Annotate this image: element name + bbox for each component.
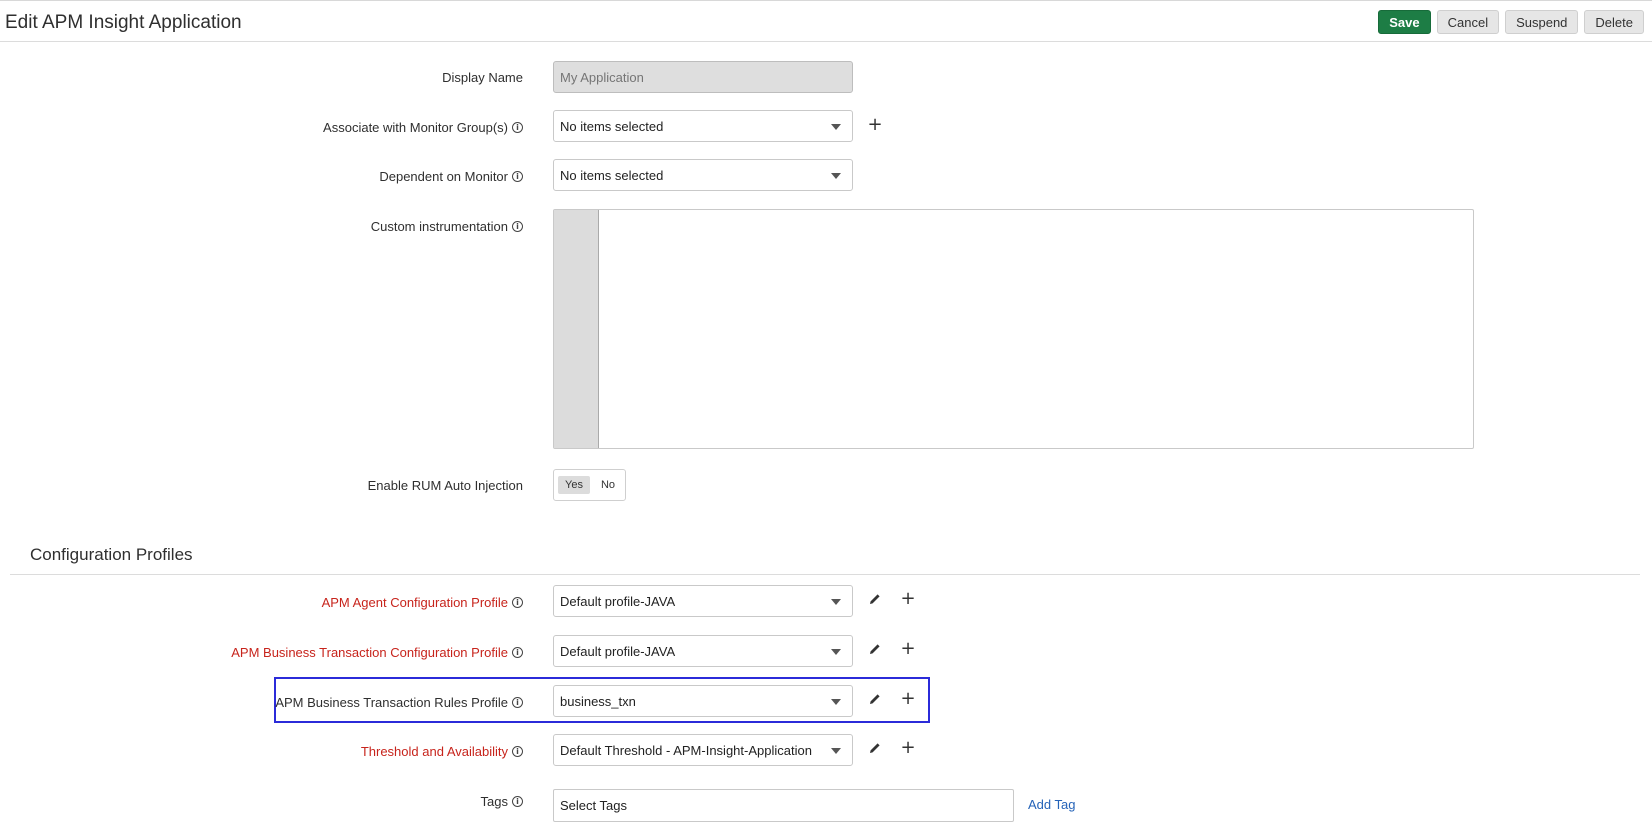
- add-agent-profile-plus-icon[interactable]: [900, 591, 916, 607]
- toggle-no-option[interactable]: No: [594, 476, 622, 494]
- edit-agent-profile-pencil-icon[interactable]: [867, 591, 883, 607]
- chevron-down-icon: [831, 699, 841, 705]
- add-bt-rules-plus-icon[interactable]: [900, 691, 916, 707]
- info-icon[interactable]: i: [512, 171, 523, 182]
- agent-profile-select[interactable]: Default profile-JAVA: [553, 585, 853, 617]
- toggle-yes-option[interactable]: Yes: [558, 476, 590, 494]
- suspend-button[interactable]: Suspend: [1505, 10, 1579, 34]
- edit-bt-rules-pencil-icon[interactable]: [867, 691, 883, 707]
- chevron-down-icon: [831, 599, 841, 605]
- agent-profile-label: APM Agent Configuration Profile i: [322, 595, 523, 610]
- bt-rules-profile-label: APM Business Transaction Rules Profile i: [275, 695, 523, 710]
- display-name-label: Display Name: [442, 70, 523, 85]
- add-tag-link[interactable]: Add Tag: [1028, 797, 1075, 812]
- rum-injection-label: Enable RUM Auto Injection: [367, 478, 523, 493]
- tags-label: Tags i: [481, 794, 523, 809]
- add-threshold-plus-icon[interactable]: [900, 740, 916, 756]
- add-bt-config-plus-icon[interactable]: [900, 641, 916, 657]
- chevron-down-icon: [831, 173, 841, 179]
- editor-line-gutter: [554, 210, 599, 448]
- info-icon[interactable]: i: [512, 796, 523, 807]
- monitor-groups-select[interactable]: No items selected: [553, 110, 853, 142]
- custom-instrumentation-label: Custom instrumentation i: [371, 219, 523, 234]
- bt-config-profile-select[interactable]: Default profile-JAVA: [553, 635, 853, 667]
- delete-button[interactable]: Delete: [1584, 10, 1644, 34]
- tags-input[interactable]: Select Tags: [553, 789, 1014, 822]
- add-monitor-group-plus-icon[interactable]: [867, 117, 883, 133]
- bt-rules-profile-select[interactable]: business_txn: [553, 685, 853, 717]
- rum-injection-toggle[interactable]: Yes No: [553, 469, 626, 501]
- edit-bt-config-pencil-icon[interactable]: [867, 641, 883, 657]
- display-name-input[interactable]: [553, 61, 853, 93]
- info-icon[interactable]: i: [512, 697, 523, 708]
- bt-config-profile-label: APM Business Transaction Configuration P…: [231, 645, 523, 660]
- section-divider: [10, 574, 1640, 575]
- dependent-monitor-select[interactable]: No items selected: [553, 159, 853, 191]
- custom-instrumentation-editor[interactable]: [553, 209, 1474, 449]
- info-icon[interactable]: i: [512, 221, 523, 232]
- info-icon[interactable]: i: [512, 647, 523, 658]
- page-header: Edit APM Insight Application Save Cancel…: [0, 1, 1652, 42]
- chevron-down-icon: [831, 124, 841, 130]
- info-icon[interactable]: i: [512, 746, 523, 757]
- config-profiles-title: Configuration Profiles: [30, 545, 193, 564]
- chevron-down-icon: [831, 649, 841, 655]
- header-actions: Save Cancel Suspend Delete: [1378, 10, 1644, 34]
- info-icon[interactable]: i: [512, 122, 523, 133]
- save-button[interactable]: Save: [1378, 10, 1431, 34]
- chevron-down-icon: [831, 748, 841, 754]
- threshold-label: Threshold and Availability i: [361, 744, 523, 759]
- info-icon[interactable]: i: [512, 597, 523, 608]
- edit-threshold-pencil-icon[interactable]: [867, 740, 883, 756]
- threshold-select[interactable]: Default Threshold - APM-Insight-Applicat…: [553, 734, 853, 766]
- cancel-button[interactable]: Cancel: [1436, 10, 1500, 34]
- monitor-groups-label: Associate with Monitor Group(s) i: [323, 120, 523, 135]
- dependent-monitor-label: Dependent on Monitor i: [379, 169, 523, 184]
- page-title: Edit APM Insight Application: [5, 12, 242, 33]
